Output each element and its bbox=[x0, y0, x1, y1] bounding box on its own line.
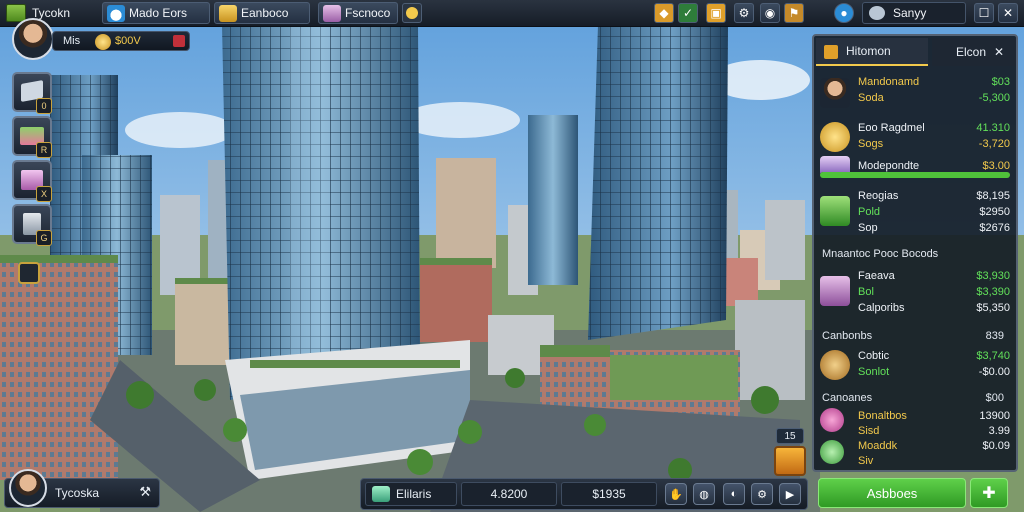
building-card-button[interactable]: 0 bbox=[12, 72, 52, 114]
side-badge: X bbox=[36, 186, 52, 202]
tab-elcon[interactable]: Elcon ✕ bbox=[932, 38, 1016, 66]
section-title: Canoanes bbox=[822, 392, 873, 404]
value-cell-a: 4.8200 bbox=[461, 482, 557, 506]
list-item[interactable]: Bonaltbos 13900 Sisd 3.99 Moaddk $0.09 S… bbox=[820, 408, 1010, 470]
cloud-icon bbox=[107, 5, 125, 22]
coin-icon bbox=[95, 34, 111, 50]
gold-bag-icon bbox=[820, 350, 850, 380]
section-title: Canbonbs bbox=[822, 330, 873, 342]
player-avatar[interactable] bbox=[12, 18, 54, 60]
play-icon[interactable]: ▶ bbox=[779, 483, 801, 505]
speed-icon[interactable]: ◍ bbox=[693, 483, 715, 505]
flag-icon[interactable]: ⚑ bbox=[784, 3, 804, 23]
player-name: Tycoska bbox=[55, 486, 100, 500]
ticket-icon[interactable]: ✓ bbox=[678, 3, 698, 23]
player-card[interactable]: Tycoska ⚒ bbox=[4, 469, 160, 508]
side-badge: 0 bbox=[36, 98, 52, 114]
list-item[interactable]: Eoo Ragdmel 41.310 Sogs -3,720 bbox=[820, 120, 1010, 160]
notice-count[interactable]: 15 bbox=[776, 428, 804, 444]
alert-icon[interactable] bbox=[173, 35, 185, 47]
gold-cube-icon bbox=[824, 45, 838, 59]
close-icon[interactable]: ✕ bbox=[994, 45, 1004, 59]
window-icon[interactable]: ☐ bbox=[974, 3, 994, 23]
list-item[interactable]: Reogias $8,195 Pold $2950 Sop $2676 bbox=[820, 188, 1010, 240]
top-bar: Tycokn Mado Eors Eanboco Fscnoco ◆ ✓ ▣ ⚙… bbox=[0, 0, 1024, 27]
cash-stack-button[interactable]: R bbox=[12, 116, 52, 158]
stats-panel: Hitomon Elcon ✕ Mandonamd $03 Soda -5,30… bbox=[812, 34, 1018, 472]
gold-bars-icon bbox=[219, 5, 237, 22]
cube-icon[interactable]: ◆ bbox=[654, 3, 674, 23]
side-badge: G bbox=[36, 230, 52, 246]
gold-cash-icon[interactable] bbox=[402, 3, 422, 23]
green-box-icon bbox=[820, 196, 850, 226]
globe-icon[interactable]: ● bbox=[834, 3, 854, 23]
settings-icon[interactable]: ⚙ bbox=[751, 483, 773, 505]
build-icon: ✚ bbox=[982, 485, 996, 502]
section-value: 839 bbox=[985, 330, 1004, 342]
value-cell-b: $1935 bbox=[561, 482, 657, 506]
purple-device-icon bbox=[820, 276, 850, 306]
build-button[interactable]: ✚ bbox=[970, 478, 1008, 508]
tab-mado-eors[interactable]: Mado Eors bbox=[102, 2, 210, 24]
pink-gem-icon bbox=[820, 408, 844, 432]
crate-icon bbox=[323, 5, 341, 22]
eye-icon bbox=[869, 6, 885, 20]
status-field: Sanyy bbox=[862, 2, 966, 24]
compass-icon[interactable]: ◉ bbox=[760, 3, 780, 23]
list-item[interactable]: Faeava $3,930 Bol $3,390 Calporibs $5,35… bbox=[820, 268, 1010, 320]
hand-icon[interactable]: ✋ bbox=[665, 483, 687, 505]
mask-icon[interactable]: ◐ bbox=[723, 483, 745, 505]
hammer-icon[interactable]: ⚒ bbox=[139, 484, 151, 500]
green-gem-icon bbox=[820, 440, 844, 464]
box-icon[interactable]: ▣ bbox=[706, 3, 726, 23]
bottom-toolbar: Elilaris 4.8200 $1935 ✋ ◍ ◐ ⚙ ▶ bbox=[360, 478, 808, 510]
server-button[interactable]: G bbox=[12, 204, 52, 246]
side-badge: R bbox=[36, 142, 52, 158]
close-icon[interactable]: ✕ bbox=[998, 3, 1018, 23]
gear-icon[interactable]: ⚙ bbox=[734, 3, 754, 23]
resource-cell[interactable]: Elilaris bbox=[365, 482, 457, 506]
gold-badge-icon[interactable] bbox=[774, 446, 806, 476]
player-money-bar: Mis $00V bbox=[52, 31, 190, 51]
section-title: Mnaantoc Pooc Bocods bbox=[822, 248, 939, 260]
list-item[interactable]: Cobtic $3,740 Sonlot -$0.00 bbox=[820, 348, 1010, 384]
tab-eanboco[interactable]: Eanboco bbox=[214, 2, 310, 24]
gem-icon bbox=[372, 486, 390, 502]
tab-fscnoco[interactable]: Fscnoco bbox=[318, 2, 398, 24]
gold-coin-icon bbox=[820, 122, 850, 152]
avatar bbox=[9, 469, 47, 507]
player-money: $00V bbox=[115, 35, 141, 47]
progress-bar bbox=[820, 172, 1010, 178]
list-item[interactable]: Mandonamd $03 Soda -5,300 bbox=[820, 74, 1010, 114]
tab-hitomon[interactable]: Hitomon bbox=[816, 38, 928, 66]
map-marker-icon[interactable] bbox=[18, 262, 40, 284]
person-icon bbox=[820, 78, 850, 108]
section-value: $00 bbox=[985, 392, 1004, 404]
player-name-short: Mis bbox=[63, 35, 81, 47]
action-button[interactable]: Asbboes bbox=[818, 478, 966, 508]
pink-crate-button[interactable]: X bbox=[12, 160, 52, 202]
